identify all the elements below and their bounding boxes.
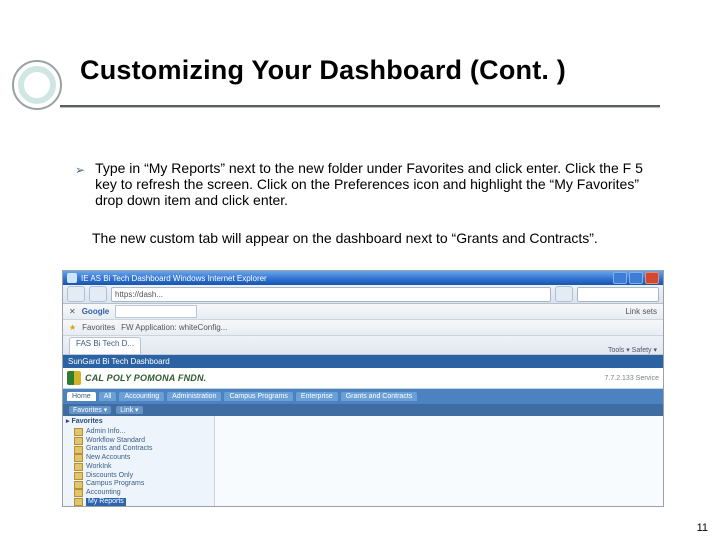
minimize-button[interactable] bbox=[613, 272, 627, 284]
tree-item[interactable]: Accounting bbox=[66, 489, 211, 498]
tree-item[interactable]: ▸ Email bbox=[66, 507, 211, 508]
search-box[interactable] bbox=[577, 287, 659, 302]
nav-tab-all[interactable]: All bbox=[99, 392, 117, 401]
dashboard-header: SunGard Bi Tech Dashboard bbox=[63, 355, 663, 368]
folder-icon bbox=[74, 472, 83, 480]
tree-item[interactable]: Discounts Only bbox=[66, 472, 211, 481]
back-button[interactable] bbox=[67, 286, 85, 302]
google-toolbar: ✕ Google Link sets bbox=[63, 304, 663, 320]
maximize-button[interactable] bbox=[629, 272, 643, 284]
dashboard-sub-bar: Favorites ▾ Link ▾ bbox=[63, 404, 663, 416]
tree-item[interactable]: Grants and Contracts bbox=[66, 445, 211, 454]
link-sets-label: Link sets bbox=[625, 307, 657, 316]
bullet-text-1: Type in “My Reports” next to the new fol… bbox=[95, 160, 660, 208]
tree-root[interactable]: ▸ Favorites bbox=[66, 418, 211, 427]
browser-tab[interactable]: FAS Bi Tech D... bbox=[69, 337, 141, 354]
tree-item[interactable]: Campus Programs bbox=[66, 480, 211, 489]
title-bullet-ring bbox=[12, 60, 62, 110]
tree-item-highlight[interactable]: My Reports bbox=[66, 498, 211, 507]
dashboard-workarea: ▸ Favorites Admin Info... Workflow Stand… bbox=[63, 416, 663, 507]
folder-icon bbox=[74, 428, 83, 436]
favorites-bar: ★ Favorites FW Application: whiteConfig.… bbox=[63, 320, 663, 336]
x-icon: ✕ bbox=[69, 307, 76, 316]
brand-bar: CAL POLY POMONA FNDN. 7.7.2.133 Service bbox=[63, 368, 663, 389]
nav-tab-accounting[interactable]: Accounting bbox=[119, 392, 164, 401]
refresh-button[interactable] bbox=[555, 286, 573, 302]
forward-button[interactable] bbox=[89, 286, 107, 302]
link-dropdown[interactable]: Link ▾ bbox=[116, 406, 142, 414]
folder-icon bbox=[74, 498, 83, 506]
brand-logo-icon bbox=[67, 371, 81, 385]
mini-tools[interactable]: Tools ▾ Safety ▾ bbox=[608, 346, 657, 354]
tab-label: FAS Bi Tech D... bbox=[76, 339, 134, 348]
version-text: 7.7.2.133 Service bbox=[605, 375, 659, 382]
star-icon: ★ bbox=[69, 323, 76, 332]
ie-nav-toolbar: https://dash... bbox=[63, 285, 663, 304]
close-button[interactable] bbox=[645, 272, 659, 284]
tree-item[interactable]: Admin Info... bbox=[66, 428, 211, 437]
nav-tab-home[interactable]: Home bbox=[67, 392, 96, 401]
ie-tab-strip: FAS Bi Tech D... Tools ▾ Safety ▾ bbox=[63, 336, 663, 355]
paragraph-2: The new custom tab will appear on the da… bbox=[92, 230, 657, 246]
embedded-screenshot: IE AS Bi Tech Dashboard Windows Internet… bbox=[62, 270, 664, 507]
folder-icon bbox=[74, 446, 83, 454]
google-search-input[interactable] bbox=[115, 305, 197, 318]
slide-title: Customizing Your Dashboard (Cont. ) bbox=[80, 55, 566, 86]
page-number: 11 bbox=[697, 522, 708, 534]
folder-icon bbox=[74, 489, 83, 497]
ie-icon bbox=[67, 273, 77, 283]
dashboard-nav-tabs: Home All Accounting Administration Campu… bbox=[63, 389, 663, 404]
content-pane bbox=[215, 416, 663, 507]
folder-icon bbox=[74, 454, 83, 462]
ie-title-bar: IE AS Bi Tech Dashboard Windows Internet… bbox=[63, 271, 663, 285]
address-text: https://dash... bbox=[115, 290, 163, 299]
window-title: IE AS Bi Tech Dashboard Windows Internet… bbox=[81, 274, 267, 283]
bullet-arrow-icon: ➢ bbox=[75, 160, 85, 208]
favorites-tree: ▸ Favorites Admin Info... Workflow Stand… bbox=[63, 416, 215, 507]
address-bar[interactable]: https://dash... bbox=[111, 287, 551, 302]
nav-tab-enterprise[interactable]: Enterprise bbox=[296, 392, 338, 401]
tree-item[interactable]: Workflow Standard bbox=[66, 437, 211, 446]
folder-icon bbox=[74, 481, 83, 489]
nav-tab-campus[interactable]: Campus Programs bbox=[224, 392, 292, 401]
bullet-row-1: ➢ Type in “My Reports” next to the new f… bbox=[75, 160, 660, 208]
google-label: Google bbox=[82, 307, 110, 316]
tree-item[interactable]: New Accounts bbox=[66, 454, 211, 463]
bookmark-link[interactable]: FW Application: whiteConfig... bbox=[121, 323, 227, 332]
nav-tab-grants[interactable]: Grants and Contracts bbox=[341, 392, 418, 401]
folder-icon bbox=[74, 463, 83, 471]
favorites-dropdown[interactable]: Favorites ▾ bbox=[69, 406, 111, 414]
tree-item[interactable]: WorkInk bbox=[66, 463, 211, 472]
brand-text: CAL POLY POMONA FNDN. bbox=[85, 373, 206, 383]
favorites-label: Favorites bbox=[82, 323, 115, 332]
title-underline bbox=[60, 105, 660, 108]
folder-icon bbox=[74, 437, 83, 445]
nav-tab-administration[interactable]: Administration bbox=[167, 392, 221, 401]
dashboard-title: SunGard Bi Tech Dashboard bbox=[68, 357, 170, 366]
